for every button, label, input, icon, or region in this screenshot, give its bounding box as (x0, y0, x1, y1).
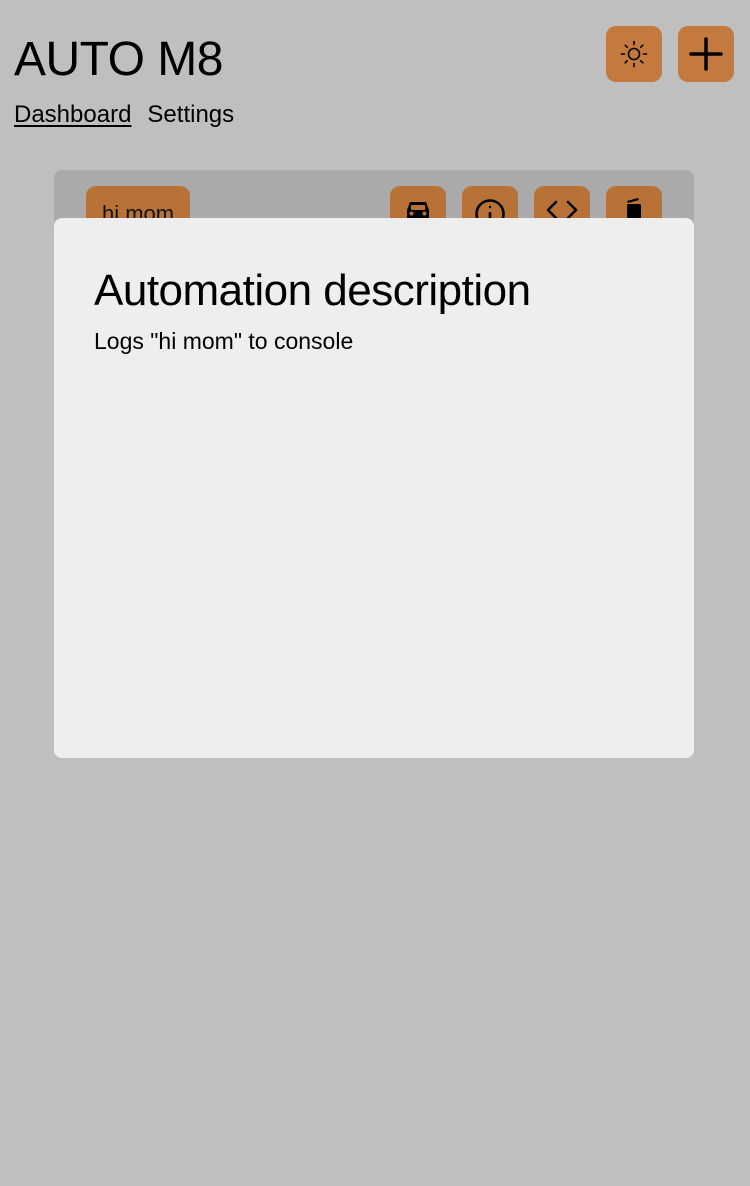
nav-settings-link[interactable]: Settings (147, 100, 234, 130)
nav-dashboard-link[interactable]: Dashboard (14, 100, 131, 130)
app-title: AUTO M8 (14, 33, 223, 86)
main-nav: Dashboard Settings (14, 100, 234, 130)
modal-title: Automation description (94, 266, 531, 315)
automation-description-modal: Automation description Logs "hi mom" to … (54, 218, 694, 758)
theme-toggle-button[interactable] (606, 26, 662, 82)
add-automation-button[interactable] (678, 26, 734, 82)
modal-description: Logs "hi mom" to console (94, 328, 354, 354)
sun-icon (620, 40, 648, 68)
plus-icon (689, 37, 723, 71)
